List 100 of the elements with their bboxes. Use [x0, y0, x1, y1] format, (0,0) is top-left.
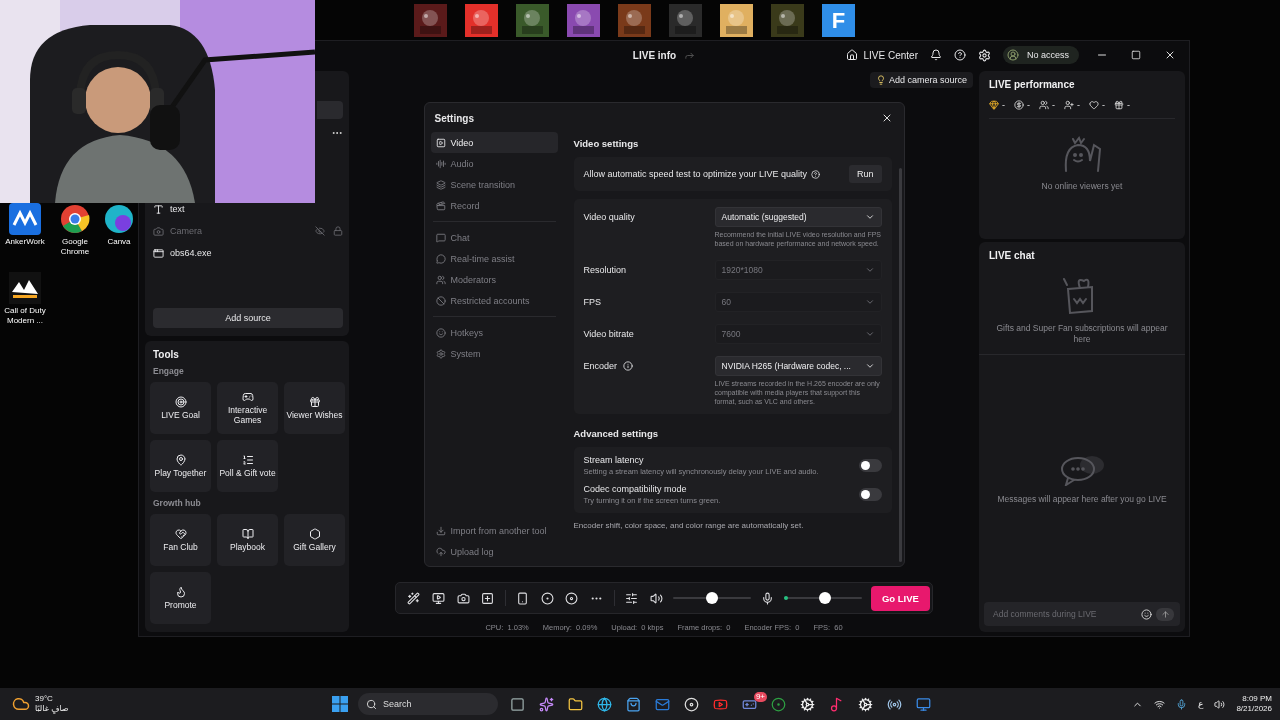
nav-item[interactable]: Real-time assist: [430, 248, 558, 269]
speed-test-text: Allow automatic speed test to optimize your LIVE quality: [583, 169, 808, 179]
help-icon: [811, 169, 821, 179]
chevron-down-icon: [864, 212, 875, 222]
nav-link[interactable]: Import from another tool: [430, 520, 558, 542]
media-icon[interactable]: [430, 591, 447, 605]
avatar-icon: [1006, 49, 1019, 61]
search-icon: [366, 698, 377, 710]
hearts-icon: [174, 527, 187, 540]
select-field[interactable]: NVIDIA H265 (Hardware codec, ...: [714, 356, 882, 377]
account-button[interactable]: No access: [1002, 46, 1079, 64]
comment-box[interactable]: Add comments during LIVE: [984, 602, 1180, 626]
nav-link[interactable]: Upload log: [430, 541, 558, 563]
nav-item[interactable]: Chat: [430, 227, 558, 248]
nav-item[interactable]: System: [430, 343, 558, 364]
speaker-icon[interactable]: [1214, 698, 1226, 710]
nav-item[interactable]: Scene transition: [430, 174, 558, 195]
maximize-icon[interactable]: [1131, 50, 1141, 60]
tool-tile[interactable]: Interactive Games: [217, 382, 278, 434]
wifi-icon[interactable]: [1154, 698, 1166, 710]
mail-icon: [655, 696, 670, 712]
microphone-icon[interactable]: [1176, 698, 1188, 710]
emoji-icon[interactable]: [1141, 608, 1152, 620]
section-title: Video settings: [573, 138, 640, 149]
tool-tile[interactable]: Promote: [150, 572, 211, 624]
volume-slider[interactable]: [672, 592, 751, 605]
record-icon[interactable]: [539, 591, 556, 605]
slider-thumb[interactable]: [705, 592, 718, 605]
settings-icon: [435, 348, 446, 359]
app-icon[interactable]: [9, 203, 41, 235]
section-title: Advanced settings: [573, 428, 659, 440]
live-center-button[interactable]: LIVE Center: [846, 49, 918, 61]
send-button[interactable]: [1156, 607, 1174, 621]
tool-tile[interactable]: Playbook: [217, 514, 278, 566]
toggle-switch[interactable]: [858, 488, 882, 502]
text-icon: [153, 203, 164, 215]
browser-icon[interactable]: [59, 203, 91, 235]
empty-text: No online viewers yet: [1041, 181, 1123, 192]
arrow-up-icon: [1160, 609, 1170, 619]
tool-tile[interactable]: Gift Gallery: [284, 514, 345, 566]
field-label: FPS: [583, 297, 601, 308]
house-icon: [846, 49, 859, 61]
play-icon: [713, 696, 728, 712]
tool-tile[interactable]: Fan Club: [150, 514, 211, 566]
help-icon[interactable]: [953, 49, 966, 61]
shortcut-label: Call of Duty Modern ...: [3, 306, 47, 326]
speaker-icon[interactable]: [648, 591, 664, 605]
camera-icon[interactable]: [455, 591, 472, 605]
input-language[interactable]: ع: [1198, 699, 1204, 709]
source-name[interactable]: obs64.exe: [170, 248, 212, 258]
coin-icon: [1014, 100, 1024, 110]
nav-item[interactable]: Restricted accounts: [430, 290, 558, 311]
nav-item[interactable]: Moderators: [430, 269, 558, 290]
panel-title: LIVE performance: [989, 79, 1076, 90]
sliders-icon[interactable]: [623, 591, 640, 605]
shortcut-label: AnkerWork: [5, 237, 45, 247]
scrollbar[interactable]: [898, 168, 902, 563]
nav-item[interactable]: Hotkeys: [430, 322, 558, 343]
run-button[interactable]: Run: [849, 165, 882, 183]
settings-icon[interactable]: [977, 48, 991, 62]
app-icon[interactable]: [103, 203, 135, 235]
start-icon[interactable]: [332, 696, 348, 712]
tool-tile[interactable]: Viewer Wishes: [284, 382, 345, 434]
replay-icon[interactable]: [564, 591, 580, 605]
slider-thumb[interactable]: [818, 592, 831, 605]
info-icon: [623, 361, 634, 372]
nav-item[interactable]: Record: [430, 195, 558, 216]
tool-tile[interactable]: LIVE Goal: [150, 382, 211, 434]
game-icon[interactable]: [9, 272, 41, 305]
tool-tile[interactable]: Poll & Gift vote: [217, 440, 278, 492]
camera-icon: [153, 225, 164, 237]
close-icon[interactable]: [1164, 49, 1176, 61]
notifications-icon[interactable]: [929, 49, 942, 61]
nav-item[interactable]: Audio: [430, 153, 558, 174]
add-source-button[interactable]: Add source: [153, 308, 343, 328]
gift-icon: [308, 395, 321, 408]
layers-icon: [435, 179, 446, 190]
add-camera-button[interactable]: Add camera source: [869, 72, 973, 88]
metric-value: -: [1127, 100, 1130, 110]
source-name[interactable]: text: [170, 204, 185, 214]
field-label: Encoder: [583, 361, 618, 372]
clock[interactable]: 8:09 PM 8/21/2026: [1236, 693, 1272, 715]
add-screen-icon[interactable]: [480, 591, 496, 605]
field-label: Video quality: [583, 212, 635, 222]
toggle-switch[interactable]: [858, 459, 882, 473]
cog-icon: [858, 696, 873, 712]
go-live-button[interactable]: Go LIVE: [870, 585, 930, 611]
mic-slider[interactable]: [784, 592, 862, 605]
search-field[interactable]: Search: [358, 693, 498, 715]
tool-tile[interactable]: Play Together: [150, 440, 211, 492]
weather-condition: صافٍ غالبًا: [35, 704, 69, 714]
window-icon: [153, 247, 164, 259]
window-title: LIVE info: [632, 49, 677, 61]
bag-icon: [626, 696, 641, 712]
comment-field[interactable]: Add comments during LIVE: [991, 608, 1137, 620]
setting-title: Codec compatibility mode: [583, 484, 688, 495]
clapper-icon: [435, 200, 446, 211]
magic-wand-icon[interactable]: [406, 591, 422, 605]
nav-item[interactable]: Video: [430, 132, 558, 153]
select-field[interactable]: Automatic (suggested): [714, 207, 882, 227]
